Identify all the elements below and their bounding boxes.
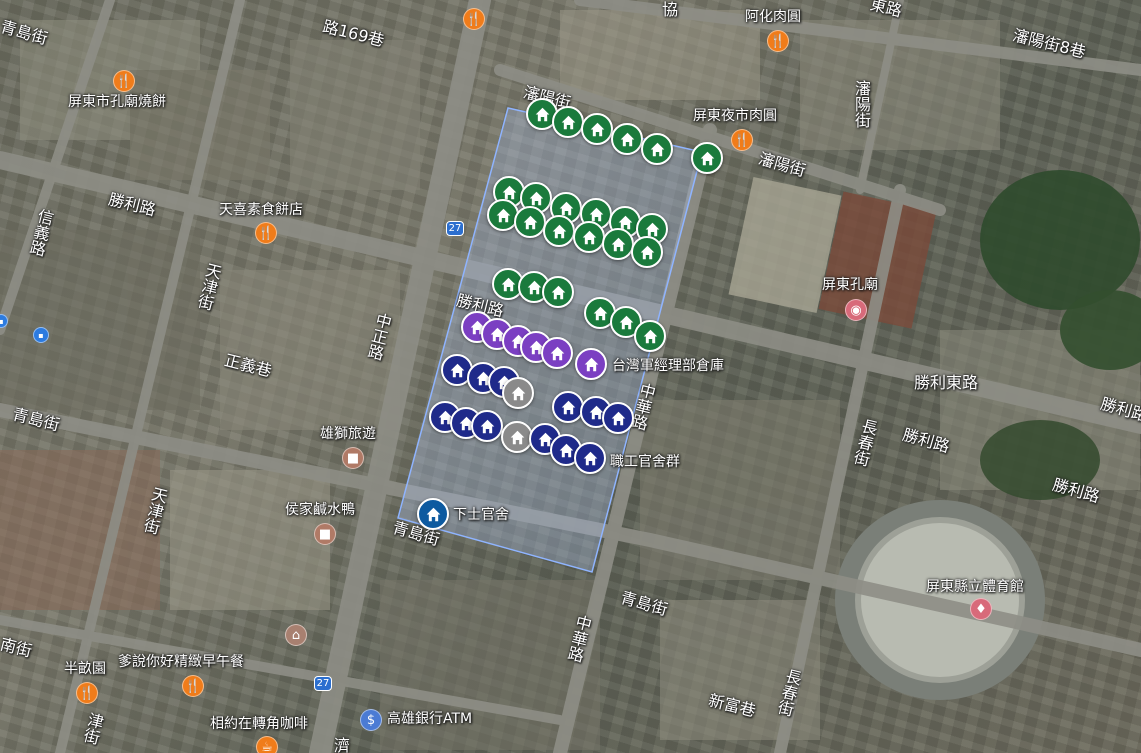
house-icon (561, 115, 575, 129)
house-icon (593, 306, 607, 320)
bus-stop-icon[interactable]: ▪ (33, 327, 49, 343)
house-marker[interactable] (634, 320, 666, 352)
house-marker[interactable] (575, 348, 607, 380)
house-marker[interactable] (641, 133, 673, 165)
map-canvas[interactable]: 27 27 青島街 路169巷 瀋陽街 瀋陽街 瀋陽街 瀋陽街8巷 長春街 長春… (0, 0, 1141, 753)
house-icon (502, 185, 516, 199)
house-marker[interactable] (552, 391, 584, 423)
house-icon (426, 507, 440, 521)
house-icon (550, 346, 564, 360)
house-icon (510, 430, 524, 444)
house-icon (620, 132, 634, 146)
house-marker[interactable] (543, 215, 575, 247)
street-label-ji: 濟 (334, 736, 351, 753)
house-icon (529, 191, 543, 205)
restaurant-icon[interactable]: 🍴 (76, 682, 98, 704)
house-marker[interactable] (552, 106, 584, 138)
poi-label-ahua-meat[interactable]: 阿化肉圓 (745, 10, 801, 24)
restaurant-icon[interactable]: 🍴 (767, 30, 789, 52)
marker-label-nco-dorm[interactable]: 下士官舍 (453, 508, 509, 522)
house-marker[interactable] (611, 123, 643, 155)
poi-label-night-market-meat[interactable]: 屏東夜市肉圓 (693, 109, 777, 123)
restaurant-icon[interactable]: 🍴 (113, 70, 135, 92)
camera-icon[interactable]: ◉ (845, 299, 867, 321)
house-icon (561, 400, 575, 414)
poi-label-breakfast[interactable]: 爹說你好精緻早午餐 (118, 655, 244, 669)
restaurant-icon[interactable]: 🍴 (731, 129, 753, 151)
house-icon (643, 329, 657, 343)
street-label-pan-yang-lane-8: 瀋陽街 (852, 80, 871, 128)
house-marker[interactable] (502, 377, 534, 409)
house-icon (619, 315, 633, 329)
house-marker[interactable] (471, 410, 503, 442)
street-label-shengli-east-rd: 勝利東路 (914, 373, 979, 392)
house-icon (496, 208, 510, 222)
house-marker[interactable] (514, 206, 546, 238)
house-icon (611, 237, 625, 251)
house-marker[interactable] (602, 402, 634, 434)
house-icon (559, 443, 573, 457)
poi-label-kaohsiung-bank-atm[interactable]: 高雄銀行ATM (387, 712, 472, 726)
poi-label-banmu-garden[interactable]: 半畝園 (64, 662, 106, 676)
house-icon (480, 419, 494, 433)
restaurant-icon[interactable]: 🍴 (182, 675, 204, 697)
house-marker[interactable] (581, 113, 613, 145)
atm-icon[interactable]: $ (360, 709, 382, 731)
poi-label-corner-cafe[interactable]: 相約在轉角咖啡 (210, 717, 308, 731)
house-icon (589, 207, 603, 221)
house-marker[interactable] (542, 276, 574, 308)
house-icon (590, 122, 604, 136)
shop-icon[interactable]: ■ (314, 523, 336, 545)
poi-label-xiongshi-travel[interactable]: 雄獅旅遊 (320, 427, 376, 441)
poi-label-confucius-temple[interactable]: 屏東孔廟 (822, 278, 878, 292)
route-shield-27: 27 (314, 676, 332, 691)
house-marker[interactable] (691, 142, 723, 174)
house-icon (645, 222, 659, 236)
restaurant-icon[interactable]: 🍴 (463, 8, 485, 30)
house-icon (700, 151, 714, 165)
house-icon (583, 451, 597, 465)
restaurant-icon[interactable]: 🍴 (255, 222, 277, 244)
stadium-icon[interactable]: ♦ (970, 598, 992, 620)
house-marker[interactable] (573, 221, 605, 253)
poi-label-stadium[interactable]: 屏東縣立體育館 (926, 580, 1024, 594)
house-icon (650, 142, 664, 156)
poi-label-confucius-temple-bakery[interactable]: 屏東市孔廟燒餅 (68, 95, 166, 109)
house-marker[interactable] (541, 337, 573, 369)
house-marker[interactable] (574, 442, 606, 474)
house-marker[interactable] (417, 498, 449, 530)
house-icon (551, 285, 565, 299)
marker-label-staff-dorms[interactable]: 職工官舍群 (610, 455, 680, 469)
house-icon (584, 357, 598, 371)
house-icon (527, 280, 541, 294)
house-icon (501, 277, 515, 291)
house-marker[interactable] (631, 236, 663, 268)
poi-label-tianxi-vegetarian[interactable]: 天喜素食餅店 (219, 203, 303, 217)
house-marker[interactable] (602, 228, 634, 260)
house-icon (552, 224, 566, 238)
route-shield-27: 27 (446, 221, 464, 236)
cafe-icon[interactable]: ☕ (256, 736, 278, 753)
museum-icon[interactable]: ⌂ (285, 624, 307, 646)
house-icon (511, 386, 525, 400)
house-icon (640, 245, 654, 259)
poi-label-hou-family-duck[interactable]: 侯家鹹水鴨 (285, 503, 355, 517)
house-icon (611, 411, 625, 425)
house-icon (450, 363, 464, 377)
marker-label-warehouse[interactable]: 台灣軍經理部倉庫 (612, 359, 724, 373)
house-icon (535, 107, 549, 121)
house-icon (523, 215, 537, 229)
street-label-xie: 協 (662, 0, 679, 19)
house-icon (582, 230, 596, 244)
shop-icon[interactable]: ■ (342, 447, 364, 469)
house-icon (559, 201, 573, 215)
